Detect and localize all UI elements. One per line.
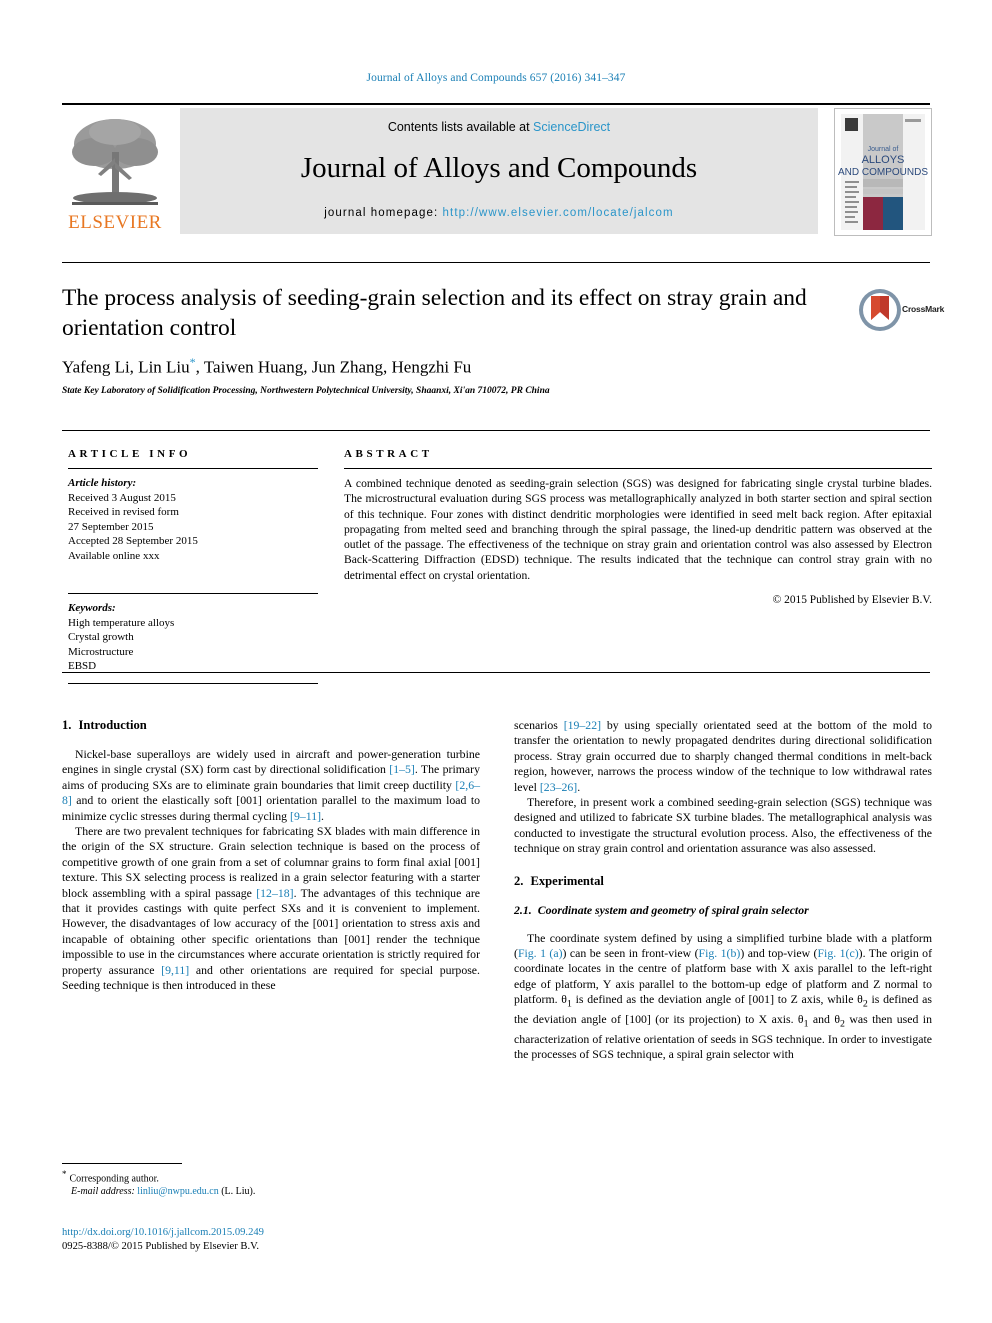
section-heading-experimental: 2. Experimental xyxy=(514,874,932,889)
email-suffix: (L. Liu). xyxy=(218,1186,256,1198)
article-history-label: Article history: xyxy=(68,477,137,489)
text-run: . xyxy=(321,808,324,823)
subsection-heading-coordinate-system: 2.1. Coordinate system and geometry of sp… xyxy=(514,903,932,918)
email-note: E-mail address: linliu@nwpu.edu.cn (L. L… xyxy=(62,1185,480,1198)
history-line: Accepted 28 September 2015 xyxy=(68,535,198,547)
subsection-number: 2.1. xyxy=(514,902,532,917)
affiliation: State Key Laboratory of Solidification P… xyxy=(62,386,550,396)
paragraph-right-1: scenarios [19–22] by using specially ori… xyxy=(514,718,932,795)
section-number: 2. xyxy=(514,873,524,888)
running-head: Journal of Alloys and Compounds 657 (201… xyxy=(366,72,626,84)
abstract-copyright: © 2015 Published by Elsevier B.V. xyxy=(772,594,932,607)
keyword-item: Crystal growth xyxy=(68,631,134,643)
journal-homepage-line: journal homepage: http://www.elsevier.co… xyxy=(180,207,818,219)
doi-block: http://dx.doi.org/10.1016/j.jallcom.2015… xyxy=(62,1226,492,1254)
text-run: and to orient the elastically soft [001]… xyxy=(62,793,480,823)
elsevier-tree-icon xyxy=(68,114,162,210)
figure-link[interactable]: Fig. 1(b) xyxy=(699,946,741,960)
keywords-rule xyxy=(68,593,318,594)
footnote-block: * Corresponding author. E-mail address: l… xyxy=(62,1163,480,1198)
paragraph-right-2: Therefore, in present work a combined se… xyxy=(514,795,932,856)
text-run: . xyxy=(577,779,581,794)
contents-prefix: Contents lists available at xyxy=(387,120,534,134)
info-block-bottom-rule xyxy=(62,672,930,673)
homepage-prefix: journal homepage: xyxy=(324,207,443,219)
corresponding-author-note: * Corresponding author. xyxy=(62,1168,480,1185)
paragraph-right-3: The coordinate system defined by using a… xyxy=(514,931,932,1063)
section-title: Introduction xyxy=(78,718,147,732)
citation-link[interactable]: [9–11] xyxy=(290,809,321,823)
author-names-first: Yafeng Li, Lin Liu xyxy=(62,357,190,377)
history-line: Available online xxx xyxy=(68,549,160,562)
article-info-rule xyxy=(68,468,318,469)
article-history: Article history: Received 3 August 2015 … xyxy=(68,476,318,563)
abstract-column: ABSTRACT A combined technique denoted as… xyxy=(344,448,932,606)
citation-link[interactable]: [1–5] xyxy=(389,762,415,776)
article-info-heading: ARTICLE INFO xyxy=(68,448,192,460)
text-run: is defined as the deviation angle of [00… xyxy=(571,992,863,1007)
section-title: Experimental xyxy=(530,873,604,888)
journal-title: Journal of Alloys and Compounds xyxy=(300,152,698,184)
contents-available-line: Contents lists available at ScienceDirec… xyxy=(180,120,818,134)
body-column-left: 1. Introduction Nickel-base superalloys a… xyxy=(62,718,480,994)
author-list: Yafeng Li, Lin Liu*, Taiwen Huang, Jun Z… xyxy=(62,355,862,378)
keyword-item: Microstructure xyxy=(68,645,134,658)
history-line: 27 September 2015 xyxy=(68,520,154,533)
email-link[interactable]: linliu@nwpu.edu.cn xyxy=(137,1186,218,1197)
elsevier-wordmark: ELSEVIER xyxy=(68,212,162,233)
keyword-item: High temperature alloys xyxy=(68,616,175,629)
article-title: The process analysis of seeding-grain se… xyxy=(62,285,807,341)
text-run: ) can be seen in front-view ( xyxy=(562,946,699,961)
title-top-rule xyxy=(62,262,930,263)
citation-link[interactable]: [12–18] xyxy=(256,886,293,900)
text-run: scenarios xyxy=(514,718,564,732)
text-run: ) and top-view ( xyxy=(740,946,818,961)
keywords-block: Keywords: High temperature alloys Crysta… xyxy=(68,601,318,674)
svg-text:ALLOYS: ALLOYS xyxy=(862,154,905,166)
section-number: 1. xyxy=(62,718,72,732)
elsevier-logo: ELSEVIER xyxy=(62,108,168,236)
citation-link[interactable]: [9,11] xyxy=(161,963,189,977)
crossmark-icon xyxy=(859,289,901,331)
paper-page: Journal of Alloys and Compounds 657 (201… xyxy=(0,0,992,1323)
footnote-star: * xyxy=(62,1169,67,1179)
crossmark-badge[interactable]: CrossMark xyxy=(858,288,944,336)
corresponding-author-text: Corresponding author. xyxy=(69,1173,159,1185)
info-block-top-rule xyxy=(62,430,930,431)
sciencedirect-link[interactable]: ScienceDirect xyxy=(533,120,610,134)
history-line: Received 3 August 2015 xyxy=(68,491,176,504)
citation-link[interactable]: [23–26] xyxy=(540,780,577,794)
paragraph-intro-1: Nickel-base superalloys are widely used … xyxy=(62,747,480,824)
author-names-rest: , Taiwen Huang, Jun Zhang, Hengzhi Fu xyxy=(195,357,472,377)
email-label: E-mail address: xyxy=(71,1186,135,1198)
abstract-heading: ABSTRACT xyxy=(344,448,433,460)
journal-cover-thumbnail: Journal of ALLOYS AND COMPOUNDS xyxy=(834,108,932,236)
figure-link[interactable]: Fig. 1(c) xyxy=(818,946,859,960)
journal-masthead: ELSEVIER Contents lists available at Sci… xyxy=(62,103,932,237)
doi-link[interactable]: http://dx.doi.org/10.1016/j.jallcom.2015… xyxy=(62,1226,492,1240)
body-column-right: scenarios [19–22] by using specially ori… xyxy=(514,718,932,1063)
history-line: Received in revised form xyxy=(68,506,179,518)
homepage-url-link[interactable]: http://www.elsevier.com/locate/jalcom xyxy=(443,207,674,219)
svg-text:AND COMPOUNDS: AND COMPOUNDS xyxy=(838,167,928,178)
keywords-label: Keywords: xyxy=(68,602,116,614)
section-heading-introduction: 1. Introduction xyxy=(62,718,480,733)
abstract-rule xyxy=(344,468,932,469)
text-run: and θ xyxy=(808,1012,840,1027)
crossmark-label: CrossMark xyxy=(902,304,945,314)
masthead-banner: Contents lists available at ScienceDirec… xyxy=(180,108,818,234)
citation-link[interactable]: [19–22] xyxy=(564,718,601,732)
subsection-title: Coordinate system and geometry of spiral… xyxy=(537,902,809,917)
abstract-body: A combined technique denoted as seeding-… xyxy=(344,477,932,582)
keywords-bottom-rule xyxy=(68,682,318,684)
svg-text:Journal of: Journal of xyxy=(868,146,899,153)
issn-copyright-line: 0925-8388/© 2015 Published by Elsevier B… xyxy=(62,1241,260,1252)
footnote-rule xyxy=(62,1163,182,1164)
article-info-column: ARTICLE INFO Article history: Received 3… xyxy=(68,448,318,684)
paragraph-intro-2: There are two prevalent techniques for f… xyxy=(62,824,480,993)
figure-link[interactable]: Fig. 1 (a) xyxy=(518,946,563,960)
